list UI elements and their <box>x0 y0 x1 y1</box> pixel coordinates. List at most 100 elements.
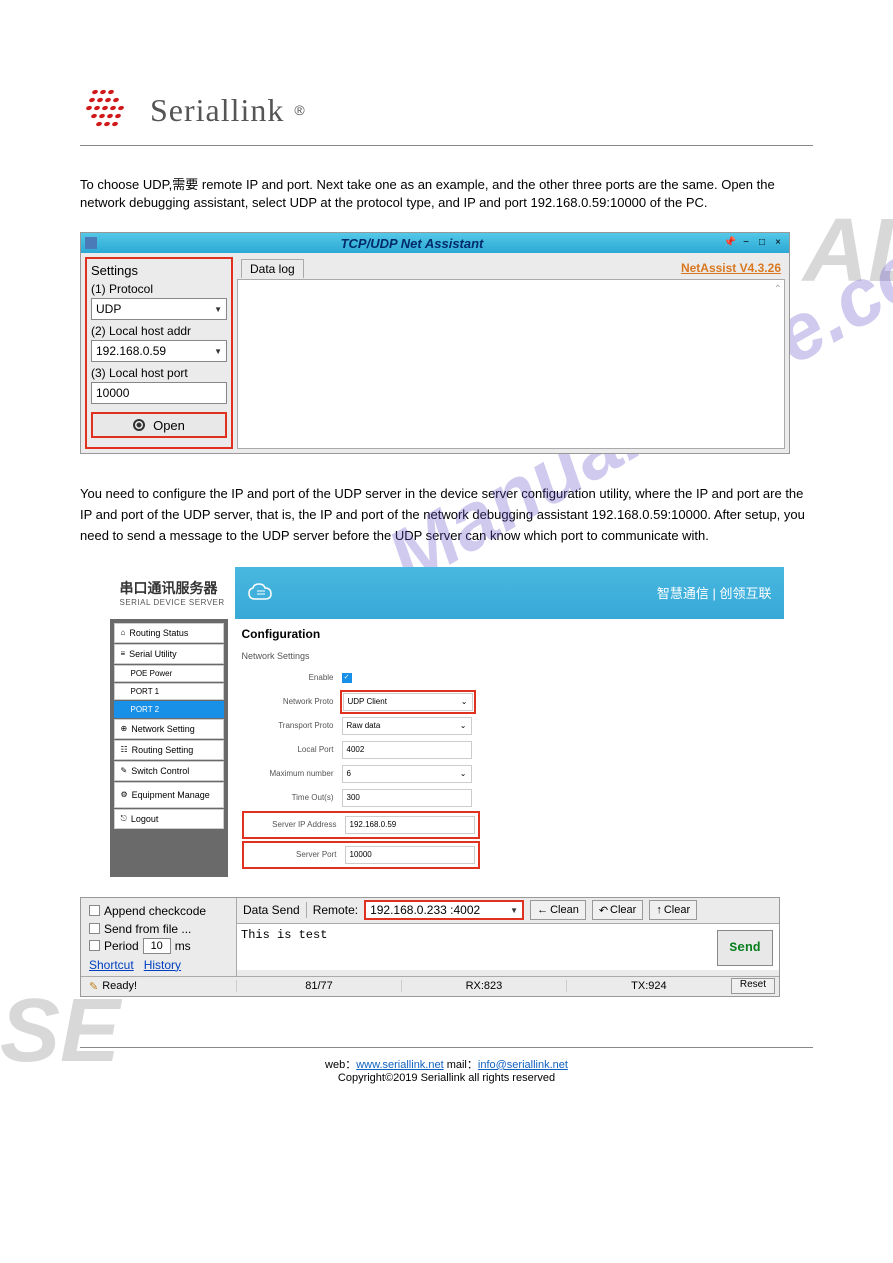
remote-label: Remote: <box>313 903 358 917</box>
host-addr-select[interactable]: 192.168.0.59▼ <box>91 340 227 362</box>
history-link[interactable]: History <box>144 958 181 972</box>
footer-copyright: Copyright©2019 Seriallink all rights res… <box>80 1072 813 1084</box>
nav-network-setting[interactable]: ⊕Network Setting <box>114 719 224 739</box>
chevron-down-icon: ⌄ <box>460 769 467 778</box>
maximize-button[interactable]: □ <box>755 237 769 249</box>
clear-button-1[interactable]: ↶Clear <box>592 900 644 920</box>
footer-web-label: web： <box>325 1059 356 1071</box>
chevron-down-icon: ⌄ <box>461 697 468 706</box>
list-icon: ≡ <box>121 649 126 658</box>
send-textarea[interactable]: This is test Send <box>237 924 779 970</box>
chevron-down-icon: ▼ <box>510 906 518 915</box>
reset-button[interactable]: Reset <box>731 978 775 994</box>
logo-area: 串口通讯服务器 SERIAL DEVICE SERVER <box>110 567 235 619</box>
footer-email-link[interactable]: info@seriallink.net <box>478 1059 568 1071</box>
server-ip-label: Server IP Address <box>245 820 345 829</box>
send-from-file-checkbox[interactable] <box>89 923 100 934</box>
footer-web-link[interactable]: www.seriallink.net <box>356 1059 443 1071</box>
screenshot-data-send: Append checkcode Send from file ... Peri… <box>80 897 780 997</box>
window-title: TCP/UDP Net Assistant <box>101 236 723 251</box>
chevron-down-icon: ⌄ <box>460 721 467 730</box>
clean-button[interactable]: ←Clean <box>530 900 586 920</box>
footer-mail-label: mail： <box>444 1059 478 1071</box>
config-title: Configuration <box>242 627 770 641</box>
enable-checkbox[interactable]: ✓ <box>342 673 352 683</box>
status-counter: 81/77 <box>236 980 401 992</box>
nav-port1[interactable]: PORT 1 <box>114 683 224 700</box>
transport-proto-select[interactable]: Raw data⌄ <box>342 717 472 735</box>
brand-name: Seriallink <box>150 92 284 129</box>
globe-icon: ⊕ <box>121 724 128 733</box>
server-ip-input[interactable]: 192.168.0.59 <box>345 816 475 834</box>
logo-english: SERIAL DEVICE SERVER <box>120 598 225 607</box>
header-tagline: 智慧通信 | 创领互联 <box>657 583 772 602</box>
enable-label: Enable <box>242 673 342 682</box>
chevron-down-icon: ▼ <box>214 305 222 314</box>
config-content: Configuration Network Settings Enable✓ N… <box>228 619 784 877</box>
gear-icon: ⚙ <box>121 790 128 799</box>
period-checkbox[interactable] <box>89 940 100 951</box>
close-button[interactable]: × <box>771 237 785 249</box>
timeout-input[interactable]: 300 <box>342 789 472 807</box>
transport-proto-label: Transport Proto <box>242 721 342 730</box>
cloud-icon <box>247 581 277 605</box>
settings-heading: Settings <box>91 263 227 278</box>
shortcut-link[interactable]: Shortcut <box>89 958 134 972</box>
local-port-input[interactable]: 4002 <box>342 741 472 759</box>
scroll-up-icon: ⌃ <box>774 284 782 295</box>
clear-button-2[interactable]: ↑Clear <box>649 900 697 920</box>
data-send-label: Data Send <box>243 903 300 917</box>
nav-serial-utility[interactable]: ≡Serial Utility <box>114 644 224 664</box>
datalog-textarea[interactable]: ⌃ <box>237 279 785 449</box>
datalog-tab[interactable]: Data log <box>241 259 304 278</box>
sidebar: ⌂Routing Status ≡Serial Utility POE Powe… <box>110 619 228 877</box>
remote-select[interactable]: 192.168.0.233 :4002▼ <box>364 900 524 920</box>
nav-routing-status[interactable]: ⌂Routing Status <box>114 623 224 643</box>
nav-switch-control[interactable]: ✎Switch Control <box>114 761 224 781</box>
period-label: Period <box>104 939 139 953</box>
mid-paragraph: You need to configure the IP and port of… <box>80 484 813 546</box>
app-icon <box>85 237 97 249</box>
network-proto-label: Network Proto <box>242 697 342 706</box>
server-port-input[interactable]: 10000 <box>345 846 475 864</box>
send-toolbar: Data Send Remote: 192.168.0.233 :4002▼ ←… <box>237 898 779 924</box>
period-input[interactable] <box>143 938 171 954</box>
nav-port2[interactable]: PORT 2 <box>114 701 224 718</box>
host-port-label: (3) Local host port <box>91 366 227 380</box>
ready-icon: ✎ <box>89 980 98 993</box>
network-settings-heading: Network Settings <box>242 651 770 661</box>
nav-logout[interactable]: ⎋Logout <box>114 809 224 829</box>
logout-icon: ⎋ <box>121 814 127 824</box>
version-link[interactable]: NetAssist V4.3.26 <box>681 261 781 275</box>
settings-panel: Settings (1) Protocol UDP▼ (2) Local hos… <box>85 257 233 449</box>
local-port-label: Local Port <box>242 745 342 754</box>
status-rx: RX:823 <box>401 980 566 992</box>
status-bar: ✎Ready! 81/77 RX:823 TX:924 Reset <box>81 976 779 996</box>
send-from-file-label: Send from file ... <box>104 922 191 936</box>
arrow-left-icon: ← <box>537 904 548 916</box>
minimize-button[interactable]: − <box>739 237 753 249</box>
wrench-icon: ✎ <box>121 766 128 775</box>
nav-poe-power[interactable]: POE Power <box>114 665 224 682</box>
status-tx: TX:924 <box>566 980 731 992</box>
open-button[interactable]: Open <box>91 412 227 438</box>
router-icon: ☷ <box>121 745 128 754</box>
period-unit: ms <box>175 939 191 953</box>
pin-icon[interactable]: 📌 <box>723 237 737 249</box>
protocol-select[interactable]: UDP▼ <box>91 298 227 320</box>
chevron-down-icon: ▼ <box>214 347 222 356</box>
send-button[interactable]: Send <box>717 930 773 966</box>
network-proto-select[interactable]: UDP Client⌄ <box>343 693 473 711</box>
nav-equipment-manage[interactable]: ⚙Equipment Manage <box>114 782 224 808</box>
protocol-label: (1) Protocol <box>91 282 227 296</box>
logo-icon <box>80 80 140 140</box>
max-number-select[interactable]: 6⌄ <box>342 765 472 783</box>
nav-routing-setting[interactable]: ☷Routing Setting <box>114 740 224 760</box>
page-header: Seriallink ® <box>80 80 813 146</box>
host-port-input[interactable]: 10000 <box>91 382 227 404</box>
window-titlebar: TCP/UDP Net Assistant 📌 − □ × <box>81 233 789 253</box>
send-options-panel: Append checkcode Send from file ... Peri… <box>81 898 236 976</box>
registered-mark: ® <box>294 102 304 118</box>
append-checkcode-checkbox[interactable] <box>89 905 100 916</box>
screenshot-net-assistant: TCP/UDP Net Assistant 📌 − □ × Settings (… <box>80 232 790 454</box>
